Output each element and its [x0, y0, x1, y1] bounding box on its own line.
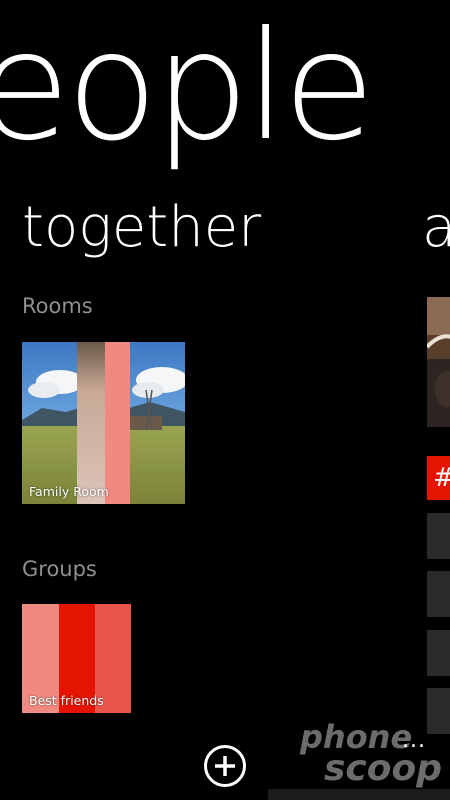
group-tile-best-friends[interactable]: Best friends [22, 604, 131, 713]
room-tile-label: Family Room [29, 484, 109, 499]
next-pivot-photo-preview[interactable] [427, 297, 450, 427]
next-pivot-tile-2[interactable] [427, 571, 450, 617]
next-pivot-tile-3[interactable] [427, 630, 450, 676]
more-options-button[interactable]: ... [402, 730, 426, 752]
pivot-header-together[interactable]: together [22, 196, 261, 260]
next-pivot-hash-tile[interactable]: # [427, 456, 450, 500]
next-pivot-tile-1[interactable] [427, 513, 450, 559]
rooms-section-label: Rooms [22, 294, 93, 318]
room-tile-family-room[interactable]: Family Room [22, 342, 185, 504]
people-hub-screen: eople together a Rooms Family Room Group… [0, 0, 450, 800]
group-tile-label: Best friends [29, 693, 104, 708]
add-circle-icon[interactable] [203, 744, 247, 788]
bottom-credit-strip [268, 789, 450, 800]
groups-section-label: Groups [22, 557, 97, 581]
pivot-header-next[interactable]: a [422, 196, 450, 260]
hub-title: eople [0, 0, 375, 174]
watermark-line2: scoop [324, 748, 443, 789]
room-photo [22, 342, 185, 504]
